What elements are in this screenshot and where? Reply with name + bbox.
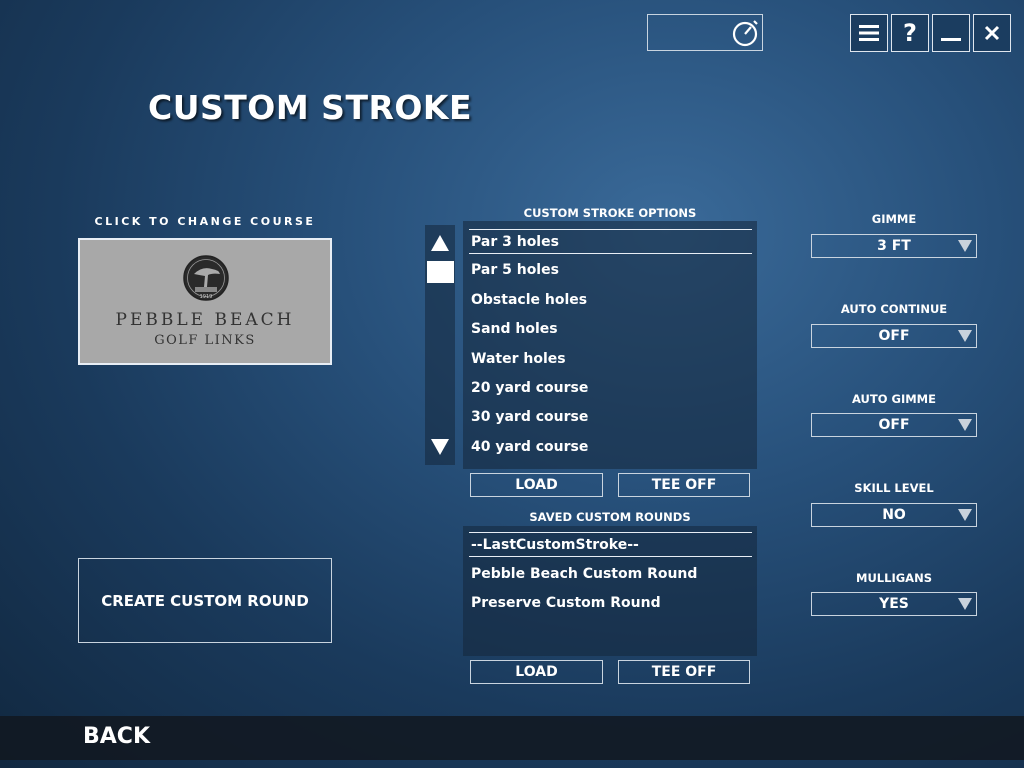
logo-year: 1919 (200, 294, 213, 300)
hamburger-menu-icon (859, 25, 879, 41)
bottom-bar: BACK (0, 716, 1024, 760)
chevron-down-icon (958, 330, 972, 342)
auto-continue-label: AUTO CONTINUE (840, 302, 948, 316)
gimme-label: GIMME (871, 212, 917, 226)
saved-list-item[interactable]: Preserve Custom Round (469, 591, 752, 616)
auto-continue-value: OFF (878, 328, 910, 344)
skill-level-value: NO (882, 507, 906, 523)
chevron-down-icon (958, 419, 972, 431)
saved-tee-off-button[interactable]: TEE OFF (618, 660, 750, 684)
chevron-down-icon (958, 509, 972, 521)
course-logo-button[interactable]: 1919 PEBBLE BEACH GOLF LINKS (78, 238, 332, 365)
stopwatch-icon (732, 20, 758, 47)
options-load-button[interactable]: LOAD (470, 473, 603, 497)
close-icon (984, 25, 1000, 41)
options-list-item[interactable]: Par 3 holes (469, 229, 752, 254)
scroll-thumb[interactable] (427, 261, 454, 283)
custom-stroke-options-list: Par 3 holes Par 5 holes Obstacle holes S… (463, 221, 757, 469)
auto-gimme-value: OFF (878, 417, 910, 433)
mulligans-dropdown[interactable]: YES (811, 592, 977, 616)
options-scrollbar[interactable] (425, 225, 455, 465)
page-title: CUSTOM STROKE (148, 88, 473, 127)
auto-continue-dropdown[interactable]: OFF (811, 324, 977, 348)
options-list-item[interactable]: 30 yard course (469, 405, 752, 430)
skill-level-label: SKILL LEVEL (854, 481, 934, 495)
course-caption: CLICK TO CHANGE COURSE (94, 215, 316, 228)
gimme-dropdown[interactable]: 3 FT (811, 234, 977, 258)
menu-button[interactable] (850, 14, 888, 52)
help-button[interactable]: ? (891, 14, 929, 52)
auto-gimme-label: AUTO GIMME (852, 392, 936, 406)
logo-line2: GOLF LINKS (154, 333, 256, 348)
options-list-item[interactable]: Obstacle holes (469, 288, 752, 313)
logo-line1: PEBBLE BEACH (115, 310, 295, 330)
close-button[interactable] (973, 14, 1011, 52)
timer-display (647, 14, 763, 51)
saved-list-item[interactable]: --LastCustomStroke-- (469, 532, 752, 557)
saved-custom-rounds-list: --LastCustomStroke-- Pebble Beach Custom… (463, 526, 757, 656)
skill-level-dropdown[interactable]: NO (811, 503, 977, 527)
minimize-icon (941, 38, 961, 41)
lone-cypress-emblem-icon: 1919 (183, 255, 229, 301)
options-list-item[interactable]: Sand holes (469, 317, 752, 342)
scroll-down-icon[interactable] (430, 437, 450, 457)
minimize-button[interactable] (932, 14, 970, 52)
options-list-item[interactable]: Water holes (469, 347, 752, 372)
chevron-down-icon (958, 598, 972, 610)
options-list-item[interactable]: 20 yard course (469, 376, 752, 401)
options-list-item[interactable]: Par 5 holes (469, 258, 752, 283)
create-custom-round-button[interactable]: CREATE CUSTOM ROUND (78, 558, 332, 643)
custom-stroke-options-header: CUSTOM STROKE OPTIONS (523, 206, 697, 220)
auto-gimme-dropdown[interactable]: OFF (811, 413, 977, 437)
saved-list-item[interactable]: Pebble Beach Custom Round (469, 562, 752, 587)
mulligans-label: MULLIGANS (856, 571, 932, 585)
back-button[interactable]: BACK (83, 724, 150, 749)
saved-custom-rounds-header: SAVED CUSTOM ROUNDS (529, 510, 691, 524)
options-list-item[interactable]: 40 yard course (469, 435, 752, 460)
scroll-up-icon[interactable] (430, 233, 450, 253)
mulligans-value: YES (879, 596, 909, 612)
options-tee-off-button[interactable]: TEE OFF (618, 473, 750, 497)
chevron-down-icon (958, 240, 972, 252)
gimme-value: 3 FT (877, 238, 911, 254)
saved-load-button[interactable]: LOAD (470, 660, 603, 684)
